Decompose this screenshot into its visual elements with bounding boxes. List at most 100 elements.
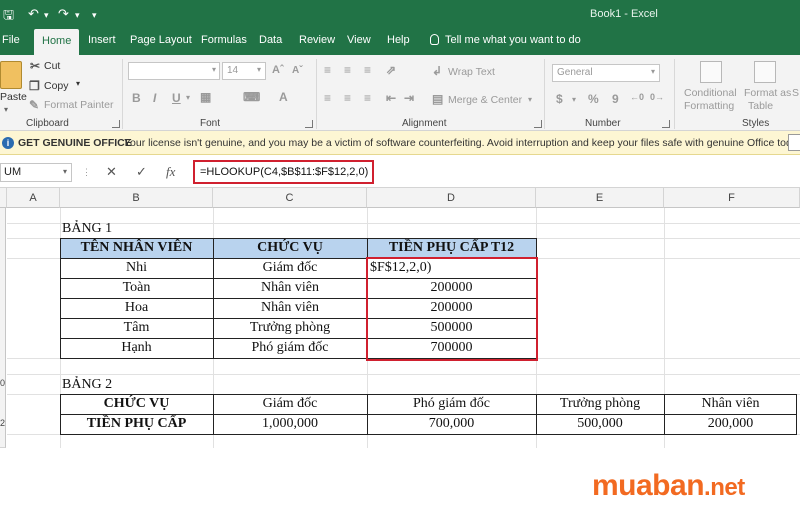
tab-view[interactable]: View (347, 34, 371, 46)
fill-color-icon[interactable]: ⌨ (243, 90, 260, 104)
table2-cell[interactable]: Nhân viên (664, 394, 797, 414)
tab-file[interactable]: File (2, 34, 20, 46)
tab-review[interactable]: Review (299, 34, 335, 46)
merge-center-button[interactable]: Merge & Center (448, 94, 522, 106)
align-top-icon[interactable]: ≡ (324, 63, 331, 77)
cancel-icon[interactable]: ✕ (106, 164, 117, 180)
tab-data[interactable]: Data (259, 34, 282, 46)
underline-button[interactable]: U (172, 91, 181, 105)
font-size-dropdown-icon[interactable]: ▾ (257, 65, 261, 74)
table1-header-position[interactable]: CHỨC VỤ (213, 238, 367, 258)
table2-cell[interactable]: Trưởng phòng (536, 394, 664, 414)
redo-icon[interactable]: ↷ (58, 6, 69, 22)
table1-caption[interactable]: BẢNG 1 (62, 219, 112, 239)
tab-page-layout[interactable]: Page Layout (130, 34, 192, 46)
insert-function-icon[interactable]: fx (166, 164, 175, 180)
tab-help[interactable]: Help (387, 34, 410, 46)
paste-dropdown-icon[interactable]: ▾ (4, 105, 8, 114)
column-header-d[interactable]: D (367, 188, 536, 208)
table2-cell[interactable]: Giám đốc (213, 394, 367, 414)
customize-toolbar-icon[interactable]: ▾ (92, 10, 97, 21)
table2-row-header[interactable]: TIỀN PHỤ CẤP (60, 414, 213, 434)
paste-button[interactable]: Paste (0, 91, 27, 103)
column-header-e[interactable]: E (536, 188, 664, 208)
font-name-box[interactable] (128, 62, 220, 80)
increase-decimal-icon[interactable]: ←0 (630, 92, 644, 102)
comma-button[interactable]: 9 (612, 92, 619, 106)
align-middle-icon[interactable]: ≡ (344, 63, 351, 77)
table1-header-name[interactable]: TÊN NHÂN VIÊN (60, 238, 213, 258)
column-header-b[interactable]: B (60, 188, 213, 208)
align-left-icon[interactable]: ≡ (324, 91, 331, 105)
worksheet[interactable]: A B C D E F 0 2 BẢNG 1 TÊN NHÂN VIÊN CHỨ… (0, 188, 800, 448)
format-as-table-label-1[interactable]: Format as (744, 87, 791, 99)
table1-cell[interactable]: Trưởng phòng (213, 318, 367, 338)
table1-cell[interactable]: Hạnh (60, 338, 213, 358)
font-launcher-icon[interactable] (305, 120, 313, 128)
undo-dropdown-icon[interactable]: ▾ (44, 10, 49, 21)
clipboard-launcher-icon[interactable] (112, 120, 120, 128)
format-as-table-label-2[interactable]: Table (748, 100, 773, 112)
buy-office-button[interactable] (788, 134, 800, 151)
tab-insert[interactable]: Insert (88, 34, 116, 46)
font-name-dropdown-icon[interactable]: ▾ (212, 65, 216, 74)
percent-button[interactable]: % (588, 92, 599, 106)
tell-me-search[interactable]: Tell me what you want to do (430, 34, 581, 46)
cut-button[interactable]: Cut (44, 60, 60, 72)
italic-button[interactable]: I (153, 91, 156, 105)
table1-cell[interactable]: Hoa (60, 298, 213, 318)
table2-cell[interactable]: Phó giám đốc (367, 394, 536, 414)
alignment-launcher-icon[interactable] (534, 120, 542, 128)
number-format-dropdown-icon[interactable]: ▾ (651, 67, 655, 76)
redo-dropdown-icon[interactable]: ▾ (75, 10, 80, 21)
table1-cell[interactable]: Nhân viên (213, 278, 367, 298)
table1-cell[interactable]: Giám đốc (213, 258, 367, 278)
conditional-formatting-label-1[interactable]: Conditional (684, 87, 737, 99)
number-launcher-icon[interactable] (662, 120, 670, 128)
number-format-box[interactable]: General (552, 64, 660, 82)
increase-font-icon[interactable]: Aˆ (272, 64, 284, 76)
paste-icon[interactable] (0, 61, 22, 89)
table2-caption[interactable]: BẢNG 2 (62, 375, 112, 395)
column-header-a[interactable]: A (7, 188, 60, 208)
align-right-icon[interactable]: ≡ (364, 91, 371, 105)
column-header-c[interactable]: C (213, 188, 367, 208)
table1-cell[interactable]: Toàn (60, 278, 213, 298)
merge-dropdown-icon[interactable]: ▾ (528, 95, 532, 104)
column-header-f[interactable]: F (664, 188, 800, 208)
decrease-decimal-icon[interactable]: 0→ (650, 92, 664, 102)
select-all-corner[interactable] (0, 188, 7, 208)
table2-cell[interactable]: 200,000 (664, 414, 797, 434)
table2-cell[interactable]: 500,000 (536, 414, 664, 434)
table2-row-header[interactable]: CHỨC VỤ (60, 394, 213, 414)
undo-icon[interactable]: ↶ (28, 6, 39, 22)
borders-icon[interactable]: ▦ (200, 90, 211, 104)
decrease-font-icon[interactable]: Aˇ (292, 65, 303, 76)
currency-dropdown-icon[interactable]: ▾ (572, 95, 576, 104)
save-icon[interactable]: 🖫 (3, 6, 14, 28)
decrease-indent-icon[interactable]: ⇤ (386, 91, 396, 105)
font-color-icon[interactable]: A (279, 90, 288, 104)
table1-header-allowance[interactable]: TIỀN PHỤ CẤP T12 (367, 238, 536, 258)
bold-button[interactable]: B (132, 91, 141, 105)
copy-dropdown-icon[interactable]: ▾ (76, 79, 80, 88)
table1-cell[interactable]: Nhi (60, 258, 213, 278)
align-center-icon[interactable]: ≡ (344, 91, 351, 105)
currency-button[interactable]: $ (556, 92, 563, 106)
wrap-text-button[interactable]: Wrap Text (448, 66, 495, 78)
enter-icon[interactable]: ✓ (136, 164, 147, 180)
copy-button[interactable]: Copy (44, 80, 69, 92)
tab-home[interactable]: Home (34, 29, 80, 55)
cell-styles-label[interactable]: S (792, 87, 799, 99)
tab-formulas[interactable]: Formulas (201, 34, 247, 46)
table2-cell[interactable]: 1,000,000 (213, 414, 367, 434)
table1-cell[interactable]: Nhân viên (213, 298, 367, 318)
conditional-formatting-label-2[interactable]: Formatting (684, 100, 734, 112)
align-bottom-icon[interactable]: ≡ (364, 63, 371, 77)
underline-dropdown-icon[interactable]: ▾ (186, 93, 190, 102)
table1-cell[interactable]: Tâm (60, 318, 213, 338)
format-painter-button[interactable]: Format Painter (44, 99, 113, 111)
table2-cell[interactable]: 700,000 (367, 414, 536, 434)
name-box-dropdown-icon[interactable]: ▾ (63, 167, 67, 176)
table1-cell[interactable]: Phó giám đốc (213, 338, 367, 358)
